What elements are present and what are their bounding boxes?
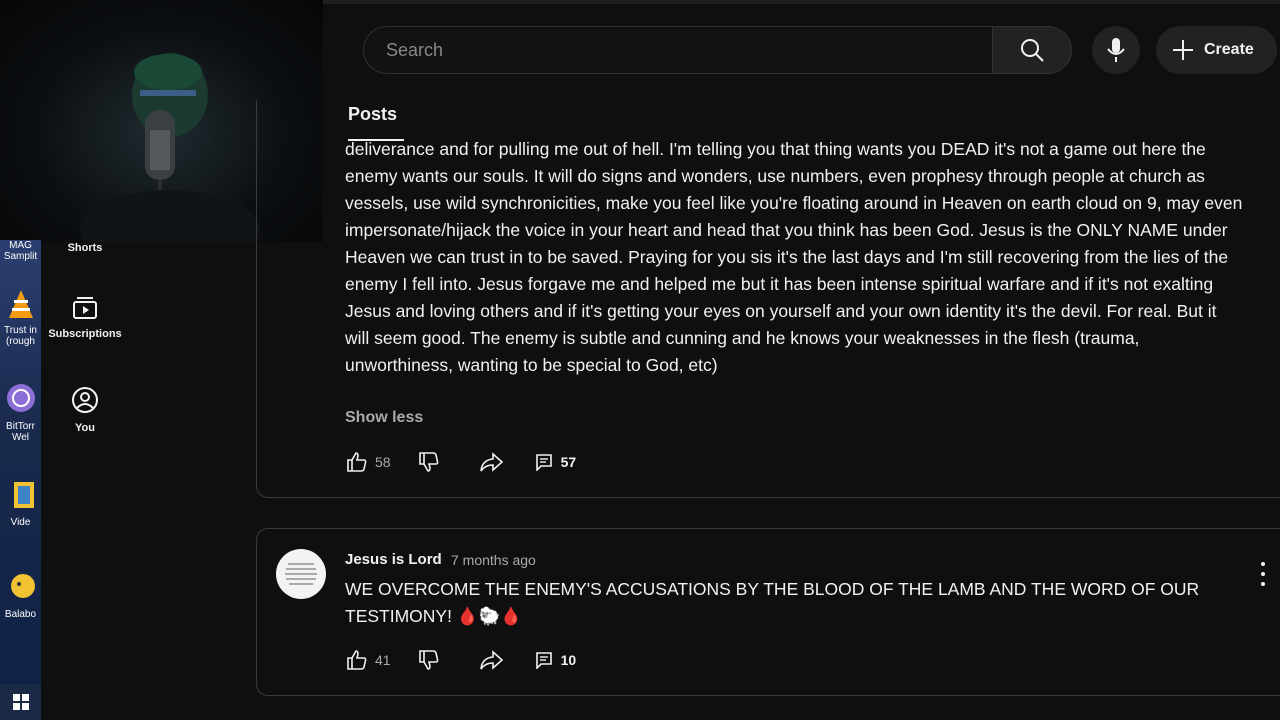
post-body-text: WE OVERCOME THE ENEMY'S ACCUSATIONS BY T… — [345, 579, 1200, 626]
show-less-button[interactable]: Show less — [345, 409, 423, 427]
search-icon — [1021, 39, 1044, 62]
masthead: Create — [323, 0, 1280, 100]
share-icon[interactable] — [479, 450, 505, 474]
subscriptions-icon — [73, 297, 97, 319]
guide-item-shorts[interactable]: Shorts — [41, 242, 129, 254]
guide-item-label: Shorts — [67, 242, 103, 254]
microphone-icon — [1107, 38, 1125, 62]
like-count: 41 — [375, 652, 391, 668]
post-action-bar: 41 10 — [345, 648, 576, 672]
search-input[interactable] — [384, 39, 968, 62]
dislike-icon[interactable] — [417, 648, 441, 672]
avatar-image — [285, 563, 317, 585]
guide-item-you[interactable]: You — [41, 386, 129, 434]
post-author[interactable]: Jesus is Lord — [345, 551, 442, 568]
desktop-icon-label: MAG Samplit — [3, 240, 38, 262]
avatar[interactable] — [276, 549, 326, 599]
desktop-icon[interactable]: MAG Samplit — [0, 240, 41, 262]
desktop-icon[interactable]: Vide — [0, 478, 41, 528]
plus-icon — [1173, 40, 1193, 60]
search-button[interactable] — [992, 26, 1072, 74]
like-count: 58 — [375, 454, 391, 470]
desktop-icon-label: Balabo — [4, 609, 37, 620]
mini-guide: Shorts Subscriptions You — [41, 242, 129, 720]
create-button-label: Create — [1204, 41, 1254, 58]
balabolka-icon — [10, 574, 35, 598]
guide-item-label: Subscriptions — [48, 328, 122, 340]
like-icon[interactable] — [345, 450, 369, 474]
comment-icon[interactable] — [535, 651, 553, 669]
post-timestamp[interactable]: 7 months ago — [451, 552, 536, 568]
dislike-icon[interactable] — [417, 450, 441, 474]
search-box[interactable] — [363, 26, 993, 74]
reply-count[interactable]: 57 — [561, 454, 577, 470]
share-icon[interactable] — [479, 648, 505, 672]
desktop-icon[interactable]: Trust in (rough — [0, 288, 41, 347]
bittorrent-icon — [6, 384, 35, 412]
you-icon — [72, 387, 98, 413]
guide-item-label: You — [75, 422, 95, 434]
video-icon — [13, 482, 34, 508]
voice-search-button[interactable] — [1092, 26, 1140, 74]
desktop-icon[interactable]: BitTorr Wel — [0, 378, 41, 443]
windows-logo-icon — [12, 694, 29, 710]
desktop-icon[interactable]: Balabo — [0, 570, 41, 620]
create-button[interactable]: Create — [1156, 26, 1277, 74]
like-icon[interactable] — [345, 648, 369, 672]
windows-start-button[interactable] — [0, 684, 41, 720]
post-action-bar: 58 57 — [345, 450, 576, 474]
guide-item-subscriptions[interactable]: Subscriptions — [41, 296, 129, 340]
vlc-icon — [8, 290, 33, 318]
post-body-text: deliverance and for pulling me out of he… — [345, 139, 1243, 375]
comment-icon[interactable] — [535, 453, 553, 471]
reply-count[interactable]: 10 — [561, 652, 577, 668]
desktop-icon-label: BitTorr Wel — [6, 421, 35, 443]
desktop-icon-label: Trust in (rough — [4, 325, 37, 347]
desktop-icon-label: Vide — [10, 517, 31, 528]
more-actions-icon[interactable] — [1254, 562, 1272, 586]
desktop-background: MAG Samplit Trust in (rough BitTorr Wel … — [0, 240, 41, 720]
